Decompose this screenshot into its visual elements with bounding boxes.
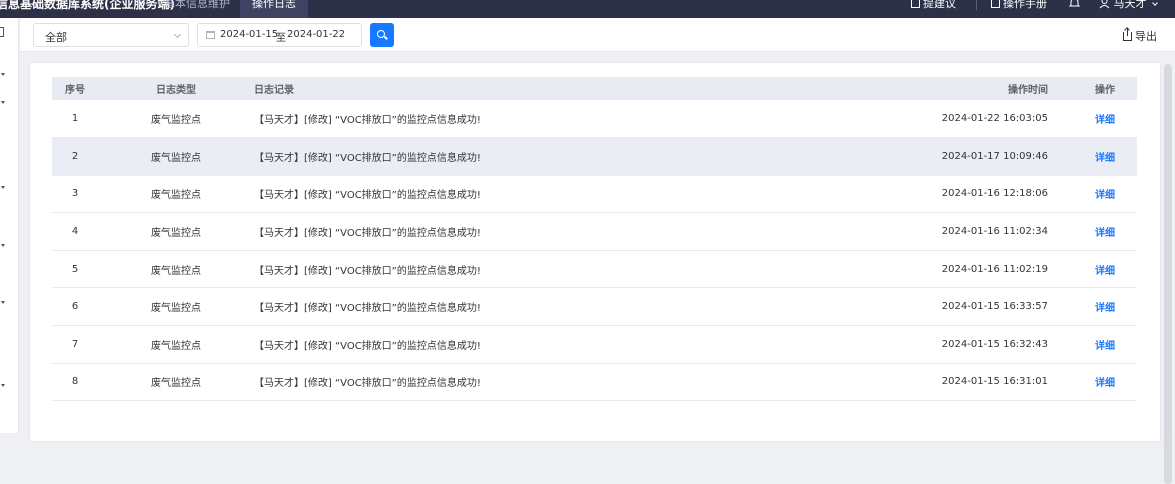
table-row[interactable]: 2 废气监控点 【马天才】[修改] “VOC排放口”的监控点信息成功! 2024… xyxy=(52,137,1137,176)
detail-link[interactable]: 详细 xyxy=(1095,378,1115,389)
table-row[interactable]: 4 废气监控点 【马天才】[修改] “VOC排放口”的监控点信息成功! 2024… xyxy=(52,212,1137,251)
user-menu[interactable]: 马天才 xyxy=(1099,0,1158,13)
book-icon xyxy=(991,0,1000,8)
chevron-down-icon[interactable] xyxy=(1,301,5,304)
detail-link[interactable]: 详细 xyxy=(1095,228,1115,239)
chevron-down-icon xyxy=(1152,0,1158,6)
date-end[interactable]: 2024-01-22 xyxy=(287,29,345,40)
notification-button[interactable] xyxy=(1068,0,1081,13)
row-record: 【马天才】[修改] “VOC排放口”的监控点信息成功! xyxy=(254,363,930,402)
row-time: 2024-01-17 10:09:46 xyxy=(930,137,1073,176)
row-type: 废气监控点 xyxy=(98,287,254,327)
app-title: 信息基础数据库系统(企业服务端) xyxy=(0,0,175,11)
chevron-down-icon[interactable] xyxy=(1,101,5,104)
detail-link[interactable]: 详细 xyxy=(1095,153,1115,164)
table-row[interactable]: 3 废气监控点 【马天才】[修改] “VOC排放口”的监控点信息成功! 2024… xyxy=(52,175,1137,214)
chevron-down-icon[interactable] xyxy=(1,384,5,387)
chevron-down-icon[interactable] xyxy=(1,73,5,76)
user-icon xyxy=(1099,0,1110,9)
suggest-label: 提建议 xyxy=(923,0,956,10)
detail-link[interactable]: 详细 xyxy=(1095,190,1115,201)
date-range-picker[interactable]: 2024-01-15 至 2024-01-22 xyxy=(197,23,362,47)
filter-toolbar: 全部 2024-01-15 至 2024-01-22 导出 xyxy=(20,18,1175,52)
row-record: 【马天才】[修改] “VOC排放口”的监控点信息成功! xyxy=(254,100,930,139)
menu-toggle-icon[interactable] xyxy=(0,27,4,37)
vertical-scrollbar[interactable] xyxy=(1161,62,1175,484)
detail-link[interactable]: 详细 xyxy=(1095,303,1115,314)
row-time: 2024-01-22 16:03:05 xyxy=(930,100,1073,139)
row-time: 2024-01-15 16:32:43 xyxy=(930,325,1073,364)
row-record: 【马天才】[修改] “VOC排放口”的监控点信息成功! xyxy=(254,250,930,289)
column-header-index: 序号 xyxy=(65,85,85,96)
edit-icon xyxy=(911,0,920,8)
date-start[interactable]: 2024-01-15 xyxy=(220,29,278,40)
table-row[interactable]: 1 废气监控点 【马天才】[修改] “VOC排放口”的监控点信息成功! 2024… xyxy=(52,100,1137,139)
table-row[interactable]: 6 废气监控点 【马天才】[修改] “VOC排放口”的监控点信息成功! 2024… xyxy=(52,287,1137,327)
user-name: 马天才 xyxy=(1113,0,1147,10)
bell-icon xyxy=(1068,0,1081,7)
column-header-time: 操作时间 xyxy=(1008,85,1048,96)
row-time: 2024-01-15 16:31:01 xyxy=(930,363,1073,402)
row-time: 2024-01-15 16:33:57 xyxy=(930,287,1073,327)
manual-label: 操作手册 xyxy=(1003,0,1047,10)
row-type: 废气监控点 xyxy=(98,363,254,402)
table-header-row: 序号 日志类型 日志记录 操作时间 操作 xyxy=(52,77,1137,100)
detail-link[interactable]: 详细 xyxy=(1095,266,1115,277)
log-type-select[interactable]: 全部 xyxy=(33,23,189,47)
calendar-icon xyxy=(206,31,215,39)
row-index: 8 xyxy=(52,363,98,402)
column-header-type: 日志类型 xyxy=(156,85,196,96)
chevron-down-icon xyxy=(173,30,182,39)
tab-operation-log[interactable]: 操作日志 xyxy=(240,0,308,18)
row-type: 废气监控点 xyxy=(98,250,254,289)
log-table-card: 序号 日志类型 日志记录 操作时间 操作 1 废气监控点 【马天才】[修改] “… xyxy=(29,62,1161,442)
row-record: 【马天才】[修改] “VOC排放口”的监控点信息成功! xyxy=(254,137,930,176)
top-header: 信息基础数据库系统(企业服务端) 基本信息维护 操作日志 提建议 操作手册 马天… xyxy=(0,0,1175,18)
header-divider xyxy=(976,0,977,10)
table-row[interactable]: 5 废气监控点 【马天才】[修改] “VOC排放口”的监控点信息成功! 2024… xyxy=(52,250,1137,289)
chevron-down-icon[interactable] xyxy=(1,244,5,247)
row-index: 5 xyxy=(52,250,98,289)
manual-button[interactable]: 操作手册 xyxy=(991,0,1047,13)
sidebar-collapsed xyxy=(0,18,19,433)
row-index: 7 xyxy=(52,325,98,364)
row-type: 废气监控点 xyxy=(98,100,254,139)
column-header-record: 日志记录 xyxy=(254,85,294,96)
chevron-down-icon[interactable] xyxy=(1,186,5,189)
export-label: 导出 xyxy=(1135,30,1157,43)
date-separator: 至 xyxy=(276,33,286,44)
detail-link[interactable]: 详细 xyxy=(1095,341,1115,352)
suggest-button[interactable]: 提建议 xyxy=(911,0,956,13)
row-index: 6 xyxy=(52,287,98,327)
search-icon-handle xyxy=(384,35,388,40)
table-row[interactable]: 7 废气监控点 【马天才】[修改] “VOC排放口”的监控点信息成功! 2024… xyxy=(52,325,1137,364)
scrollbar-thumb[interactable] xyxy=(1164,64,1172,484)
row-record: 【马天才】[修改] “VOC排放口”的监控点信息成功! xyxy=(254,175,930,214)
row-time: 2024-01-16 11:02:34 xyxy=(930,212,1073,251)
tab-basic-info[interactable]: 基本信息维护 xyxy=(152,0,242,18)
row-type: 废气监控点 xyxy=(98,325,254,364)
row-index: 3 xyxy=(52,175,98,214)
log-table: 序号 日志类型 日志记录 操作时间 操作 1 废气监控点 【马天才】[修改] “… xyxy=(52,77,1137,402)
search-button[interactable] xyxy=(370,23,394,47)
detail-link[interactable]: 详细 xyxy=(1095,115,1115,126)
row-time: 2024-01-16 11:02:19 xyxy=(930,250,1073,289)
row-index: 4 xyxy=(52,212,98,251)
row-record: 【马天才】[修改] “VOC排放口”的监控点信息成功! xyxy=(254,325,930,364)
row-type: 废气监控点 xyxy=(98,175,254,214)
row-index: 1 xyxy=(52,100,98,139)
row-record: 【马天才】[修改] “VOC排放口”的监控点信息成功! xyxy=(254,287,930,327)
log-type-value: 全部 xyxy=(45,31,67,44)
export-button[interactable]: 导出 xyxy=(1123,28,1157,44)
row-index: 2 xyxy=(52,137,98,176)
export-icon xyxy=(1123,28,1132,41)
table-row[interactable]: 8 废气监控点 【马天才】[修改] “VOC排放口”的监控点信息成功! 2024… xyxy=(52,363,1137,402)
row-type: 废气监控点 xyxy=(98,137,254,176)
column-header-action: 操作 xyxy=(1095,85,1115,96)
row-time: 2024-01-16 12:18:06 xyxy=(930,175,1073,214)
row-type: 废气监控点 xyxy=(98,212,254,251)
row-record: 【马天才】[修改] “VOC排放口”的监控点信息成功! xyxy=(254,212,930,251)
